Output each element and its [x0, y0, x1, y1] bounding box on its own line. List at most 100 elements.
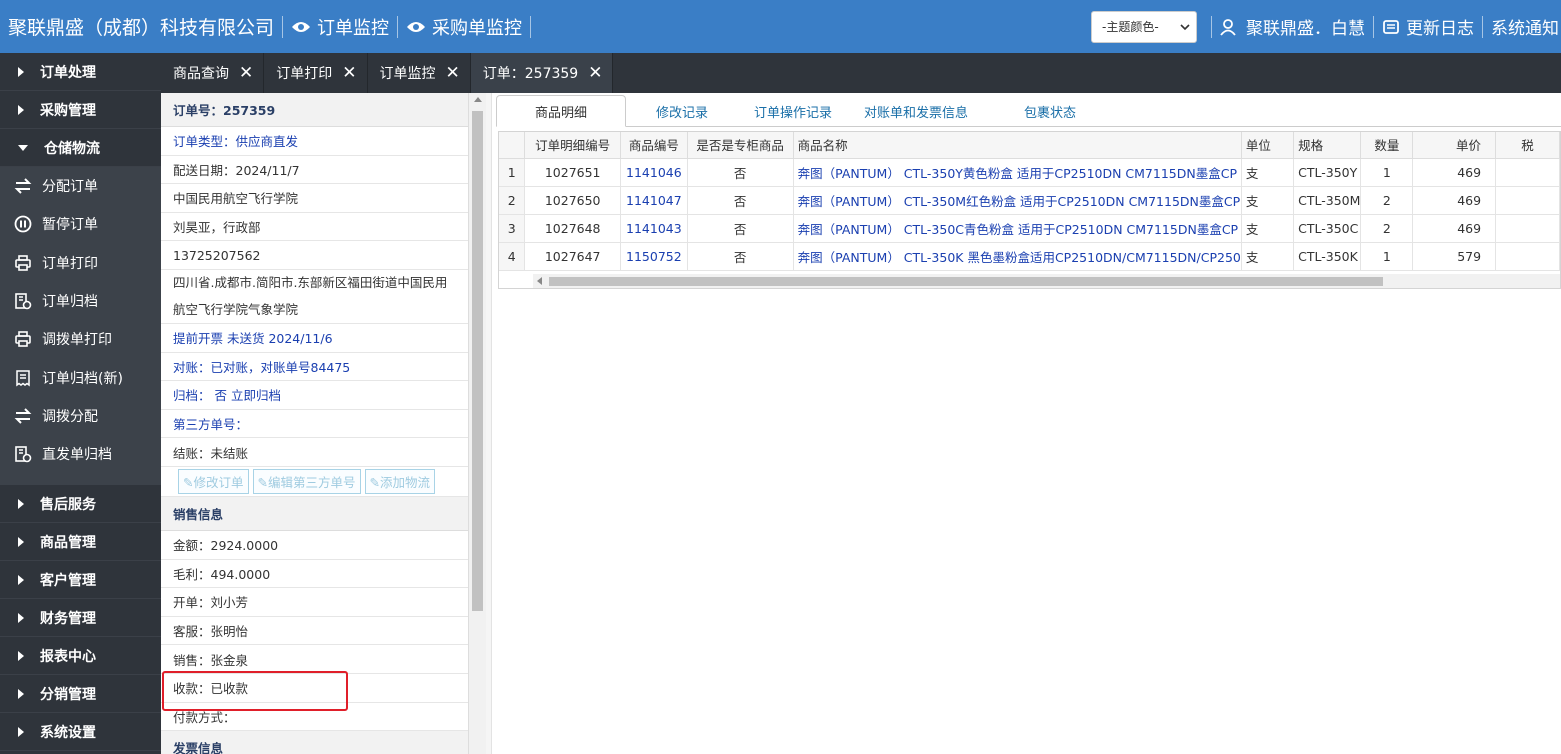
column-header[interactable]: 订单明细编号 — [524, 132, 621, 159]
table-row[interactable]: 3 1027648 1141043 否 奔图（PANTUM） CTL-350C青… — [499, 214, 1560, 243]
product-name-link[interactable]: 奔图（PANTUM） CTL-350C青色粉盒 适用于CP2510DN CM71… — [793, 214, 1242, 243]
sidebar-group-reports[interactable]: 报表中心 — [0, 637, 161, 676]
sidebar-item-assign-order[interactable]: 分配订单 — [0, 167, 161, 205]
sidebar-group-label: 分销管理 — [40, 686, 96, 703]
sidebar-item-transfer-assign[interactable]: 调拨分配 — [0, 397, 161, 435]
column-header[interactable]: 单价 — [1412, 132, 1497, 159]
unit-cell: 支 — [1241, 214, 1295, 243]
tab-operation-log[interactable]: 订单操作记录 — [738, 95, 848, 127]
tab-statement-invoice[interactable]: 对账单和发票信息 — [848, 95, 984, 127]
sidebar-group-settings[interactable]: 系统设置 — [0, 713, 161, 752]
column-header[interactable]: 是否是专柜商品 — [687, 132, 794, 159]
submenu-spacer — [0, 473, 161, 486]
sidebar-item-print-transfer[interactable]: 调拨单打印 — [0, 320, 161, 358]
receipt-icon — [16, 369, 30, 387]
tab-product-details[interactable]: 商品明细 — [496, 95, 626, 127]
column-header[interactable]: 税 — [1495, 132, 1560, 159]
scrollbar-thumb[interactable] — [472, 111, 483, 611]
changelog-link[interactable]: 更新日志 — [1382, 14, 1474, 39]
divider — [282, 15, 284, 38]
changelog-label: 更新日志 — [1406, 19, 1474, 39]
chevron-down-icon — [1180, 23, 1190, 30]
add-logistics-button[interactable]: ✎添加物流 — [364, 468, 435, 494]
column-header[interactable]: 商品编号 — [620, 132, 688, 159]
caret-right-icon — [18, 574, 24, 585]
tab-order-monitor[interactable]: 订单监控 ✕ — [367, 53, 471, 93]
main-content: 商品明细 修改记录 订单操作记录 对账单和发票信息 包裹状态 订单明细编号 商品… — [492, 93, 1561, 754]
sidebar-group-products[interactable]: 商品管理 — [0, 523, 161, 562]
user-menu[interactable]: 聚联鼎盛．白慧 — [1220, 14, 1365, 39]
left-scrollbar[interactable] — [468, 93, 486, 754]
column-header[interactable]: 单位 — [1241, 132, 1295, 159]
column-header[interactable]: 规格 — [1293, 132, 1362, 159]
exchange-icon — [14, 408, 32, 424]
scrollbar-thumb[interactable] — [549, 277, 1383, 286]
theme-color-select[interactable]: -主题颜色- — [1091, 10, 1197, 43]
sales-issuer: 开单：刘小芳 — [161, 588, 468, 617]
nav-order-monitor[interactable]: 订单监控 — [291, 14, 389, 40]
close-icon[interactable]: ✕ — [442, 63, 464, 83]
sidebar-group-warehouse[interactable]: 仓储物流 — [0, 129, 161, 167]
scroll-left-icon[interactable] — [537, 277, 542, 285]
sidebar-group-finance[interactable]: 财务管理 — [0, 599, 161, 638]
tax-cell — [1495, 158, 1560, 187]
caret-right-icon — [18, 536, 24, 547]
sidebar-item-direct-archive[interactable]: 直发单归档 — [0, 435, 161, 473]
unit-cell: 支 — [1241, 186, 1295, 215]
tab-order-print[interactable]: 订单打印 ✕ — [264, 53, 368, 93]
sku-link[interactable]: 1141043 — [620, 214, 688, 243]
top-nav: 订单监控 采购单监控 — [274, 14, 539, 40]
sidebar-item-archive-order[interactable]: 订单归档 — [0, 282, 161, 320]
sidebar-item-print-order[interactable]: 订单打印 — [0, 244, 161, 282]
column-header[interactable]: 商品名称 — [793, 132, 1242, 159]
column-header[interactable]: 数量 — [1360, 132, 1414, 159]
table-hscrollbar[interactable] — [533, 274, 1560, 288]
notice-link[interactable]: 系统通知 — [1491, 14, 1561, 39]
sidebar-group-customers[interactable]: 客户管理 — [0, 561, 161, 600]
product-name-link[interactable]: 奔图（PANTUM） CTL-350M红色粉盒 适用于CP2510DN CM71… — [793, 186, 1242, 215]
table-row[interactable]: 4 1027647 1150752 否 奔图（PANTUM） CTL-350K … — [499, 242, 1560, 271]
invoice-status[interactable]: 提前开票 未送货 2024/11/6 — [161, 324, 468, 353]
divider — [530, 15, 532, 38]
price-cell: 469 — [1412, 186, 1497, 215]
sales-amount: 金额：2924.0000 — [161, 531, 468, 560]
unit-cell: 支 — [1241, 242, 1295, 271]
tab-change-log[interactable]: 修改记录 — [626, 95, 738, 127]
sidebar-group-label: 系统设置 — [40, 724, 96, 741]
customer-name: 中国民用航空飞行学院 — [161, 184, 468, 213]
tab-package-status[interactable]: 包裹状态 — [984, 95, 1116, 127]
close-icon[interactable]: ✕ — [338, 63, 360, 83]
unit-cell: 支 — [1241, 158, 1295, 187]
edit-order-button[interactable]: ✎修改订单 — [178, 468, 249, 494]
sidebar-group-purchase[interactable]: 采购管理 — [0, 91, 161, 129]
archive-icon — [15, 446, 32, 463]
edit-third-party-button[interactable]: ✎编辑第三方单号 — [252, 468, 361, 494]
sidebar-item-label: 订单归档 — [42, 294, 98, 311]
close-icon[interactable]: ✕ — [235, 63, 257, 83]
tab-order-detail[interactable]: 订单：257359 ✕ — [470, 53, 614, 93]
sidebar-group-order[interactable]: 订单处理 — [0, 53, 161, 91]
scroll-up-icon[interactable] — [474, 97, 482, 102]
top-bar: 聚联鼎盛（成都）科技有限公司 订单监控 采购单监控 -主题颜色- 聚联鼎盛．白慧… — [0, 0, 1561, 53]
nav-label: 订单监控 — [317, 17, 390, 39]
product-name-link[interactable]: 奔图（PANTUM） CTL-350K 黑色墨粉盒适用CP2510DN/CM71… — [793, 242, 1242, 271]
sidebar-item-pause-order[interactable]: 暂停订单 — [0, 205, 161, 243]
caret-right-icon — [18, 726, 24, 737]
eye-icon — [407, 21, 426, 32]
table-row[interactable]: 2 1027650 1141047 否 奔图（PANTUM） CTL-350M红… — [499, 186, 1560, 215]
reconcile-status[interactable]: 对账：已对账，对账单号84475 — [161, 353, 468, 382]
close-icon[interactable]: ✕ — [584, 63, 606, 83]
archive-icon — [15, 293, 32, 310]
archive-status[interactable]: 归档： 否 立即归档 — [161, 381, 468, 410]
sku-link[interactable]: 1150752 — [620, 242, 688, 271]
nav-purchase-monitor[interactable]: 采购单监控 — [406, 14, 522, 40]
sidebar-group-distribution[interactable]: 分销管理 — [0, 675, 161, 714]
tab-product-query[interactable]: 商品查询 ✕ — [161, 53, 265, 93]
sku-link[interactable]: 1141047 — [620, 186, 688, 215]
sidebar-group-aftersales[interactable]: 售后服务 — [0, 485, 161, 524]
product-name-link[interactable]: 奔图（PANTUM） CTL-350Y黄色粉盒 适用于CP2510DN CM71… — [793, 158, 1242, 187]
table-row[interactable]: 1 1027651 1141046 否 奔图（PANTUM） CTL-350Y黄… — [499, 158, 1560, 187]
sku-link[interactable]: 1141046 — [620, 158, 688, 187]
sidebar-item-archive-new[interactable]: 订单归档(新) — [0, 358, 161, 396]
caret-right-icon — [18, 66, 24, 77]
